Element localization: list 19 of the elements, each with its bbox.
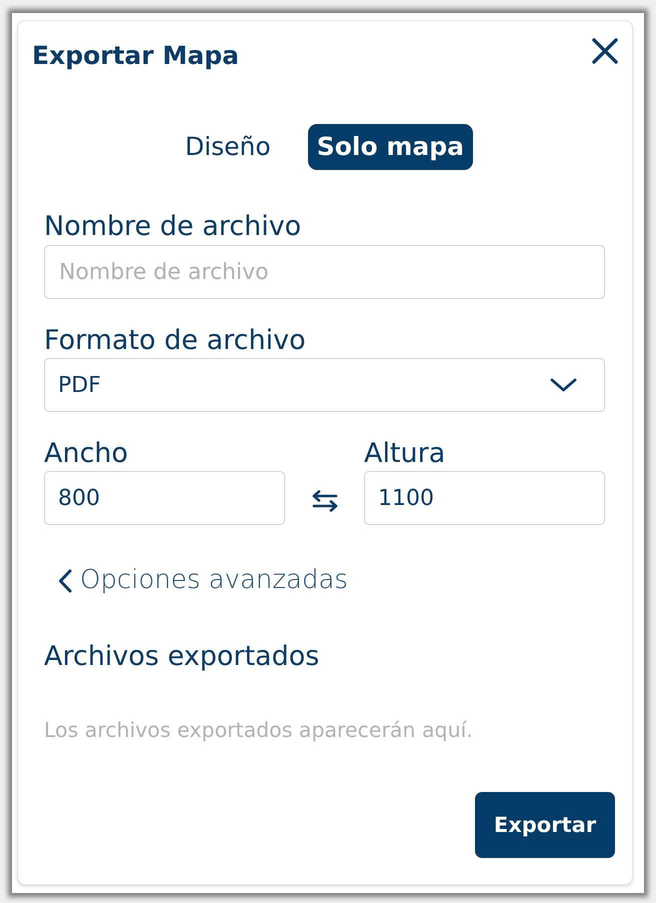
close-icon: [592, 38, 618, 64]
format-dropdown[interactable]: PDF: [44, 358, 605, 412]
swap-arrows-icon[interactable]: [312, 490, 338, 512]
chevron-down-icon: [550, 378, 577, 392]
section-title: Archivos exportados: [44, 640, 320, 672]
export-button[interactable]: Exportar: [475, 792, 615, 858]
field-label: Altura: [364, 438, 446, 469]
field-label: Nombre de archivo: [44, 211, 302, 242]
text-field[interactable]: Nombre de archivo: [44, 245, 605, 299]
dialog-title: Exportar Mapa: [32, 41, 239, 71]
empty-state-message: Los archivos exportados aparecerán aquí.: [44, 718, 474, 742]
field-label: Ancho: [44, 438, 130, 469]
field-label: Formato de archivo: [44, 325, 307, 356]
tab[interactable]: Solo mapa: [308, 124, 474, 170]
dimension-field[interactable]: 1100: [364, 471, 605, 525]
dimension-field[interactable]: 800: [44, 471, 285, 525]
close-button[interactable]: [592, 38, 618, 64]
tab[interactable]: Diseño: [176, 124, 280, 170]
advanced-options-toggle[interactable]: Opciones avanzadas: [58, 565, 348, 596]
